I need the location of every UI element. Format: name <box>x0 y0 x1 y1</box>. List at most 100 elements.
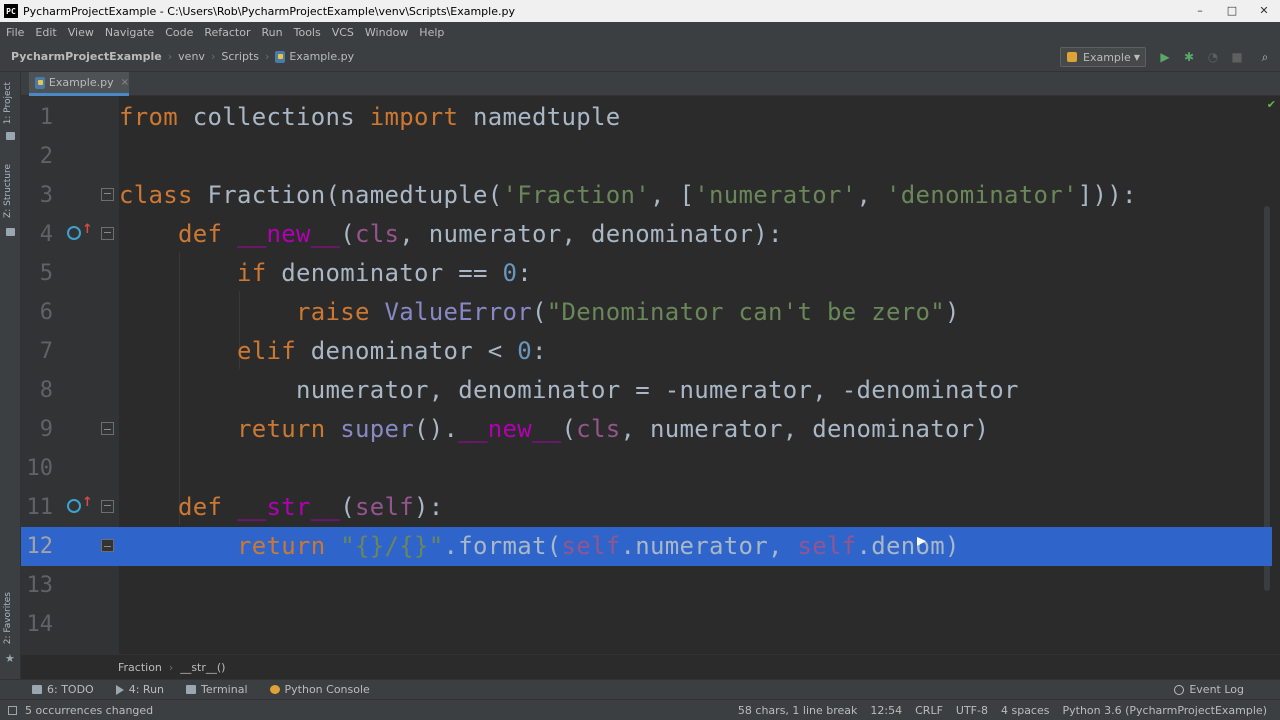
run-icon[interactable]: ▶ <box>1158 50 1172 64</box>
code-text: if denominator == 0: <box>237 259 532 287</box>
breadcrumb-project[interactable]: PycharmProjectExample <box>11 50 162 63</box>
line-number: 1 <box>39 105 53 130</box>
code-text: numerator, denominator = -numerator, -de… <box>119 376 1019 404</box>
chevron-down-icon: ▼ <box>1133 52 1140 62</box>
python-interpreter[interactable]: Python 3.6 (PycharmProjectExample) <box>1062 704 1267 717</box>
menu-window[interactable]: Window <box>365 26 408 39</box>
code-text: def __new__(cls, numerator, denominator)… <box>178 220 783 248</box>
menu-tools[interactable]: Tools <box>294 26 321 39</box>
run-configuration-label: Example <box>1083 50 1131 64</box>
inspection-ok-icon[interactable]: ✔ <box>1267 98 1276 111</box>
code-line[interactable]: 6 raise ValueError("Denominator can't be… <box>21 293 1272 332</box>
code-line[interactable]: 3 class Fraction(namedtuple('Fraction', … <box>21 176 1272 215</box>
breadcrumb-venv[interactable]: venv <box>178 50 205 63</box>
code-line[interactable]: 8 numerator, denominator = -numerator, -… <box>21 371 1272 410</box>
breadcrumb-separator: › <box>168 660 174 674</box>
close-button[interactable]: ✕ <box>1248 0 1280 20</box>
menu-run[interactable]: Run <box>262 26 283 39</box>
python-console-tool-button[interactable]: Python Console <box>269 683 370 696</box>
structure-icon[interactable] <box>6 228 15 236</box>
breadcrumb-separator: › <box>264 50 270 63</box>
tool-windows-toggle-icon[interactable] <box>8 705 17 715</box>
code-line[interactable]: 2 <box>21 137 1272 176</box>
menu-file[interactable]: File <box>6 26 24 39</box>
python-console-icon <box>269 685 280 694</box>
line-separator[interactable]: CRLF <box>915 704 943 717</box>
code-editor[interactable]: 1 from collections import namedtuple 2 3… <box>21 96 1272 654</box>
line-number: 14 <box>26 612 54 637</box>
code-text: from collections import namedtuple <box>119 103 621 131</box>
run-tool-button[interactable]: 4: Run <box>115 683 164 696</box>
menu-bar: File Edit View Navigate Code Refactor Ru… <box>0 22 1280 42</box>
override-method-icon[interactable] <box>67 499 81 513</box>
menu-navigate[interactable]: Navigate <box>105 26 154 39</box>
maximize-button[interactable]: □ <box>1216 0 1248 20</box>
line-number: 6 <box>39 300 53 325</box>
search-everywhere-icon[interactable]: ⌕ <box>1258 50 1272 64</box>
code-line[interactable]: 1 from collections import namedtuple <box>21 98 1272 137</box>
caret-position[interactable]: 12:54 <box>870 704 902 717</box>
code-text: return "{}/{}".format(self.numerator, se… <box>237 532 960 560</box>
menu-vcs[interactable]: VCS <box>332 26 354 39</box>
line-number: 9 <box>39 417 53 442</box>
menu-edit[interactable]: Edit <box>35 26 56 39</box>
close-tab-icon[interactable]: × <box>121 77 129 88</box>
code-line-selected[interactable]: 12 return "{}/{}".format(self.numerator,… <box>21 527 1272 566</box>
tab-example-py[interactable]: Example.py × <box>29 72 129 96</box>
override-method-icon[interactable] <box>67 226 81 240</box>
project-tool-button[interactable]: 1: Project <box>3 82 13 124</box>
favorites-tool-button[interactable]: 2: Favorites <box>3 592 13 644</box>
menu-code[interactable]: Code <box>165 26 193 39</box>
minimize-button[interactable]: – <box>1184 0 1216 20</box>
breadcrumb-class[interactable]: Fraction <box>118 661 162 674</box>
stop-icon[interactable]: ■ <box>1230 50 1244 64</box>
window-title: PycharmProjectExample - C:\Users\Rob\Pyc… <box>23 4 515 18</box>
breadcrumb-file[interactable]: Example.py <box>289 50 354 63</box>
code-text: def __str__(self): <box>178 493 444 521</box>
run-configuration-select[interactable]: Example ▼ <box>1060 47 1146 67</box>
title-bar: PC PycharmProjectExample - C:\Users\Rob\… <box>0 0 1280 22</box>
tool-window-bar: 6: TODO 4: Run Terminal Python Console E… <box>0 679 1280 699</box>
project-folder-icon[interactable] <box>6 132 15 140</box>
terminal-tool-button[interactable]: Terminal <box>186 683 248 696</box>
todo-tool-button[interactable]: 6: TODO <box>32 683 94 696</box>
menu-view[interactable]: View <box>68 26 94 39</box>
line-number: 3 <box>39 183 53 208</box>
event-log-tool-button[interactable]: Event Log <box>1174 683 1244 696</box>
todo-label: 6: TODO <box>47 683 94 696</box>
code-line[interactable]: 13 <box>21 566 1272 605</box>
fold-marker-icon[interactable] <box>101 227 114 240</box>
code-line[interactable]: 5 if denominator == 0: <box>21 254 1272 293</box>
breadcrumb-separator: › <box>167 50 173 63</box>
left-tool-strip: 1: Project Z: Structure 2: Favorites ★ <box>0 72 21 679</box>
breadcrumb-method[interactable]: __str__() <box>180 661 225 674</box>
fold-marker-icon[interactable] <box>101 500 114 513</box>
code-text: raise ValueError("Denominator can't be z… <box>296 298 960 326</box>
fold-marker-icon[interactable] <box>101 188 114 201</box>
line-number: 7 <box>39 339 53 364</box>
override-up-arrow-icon: ↑ <box>82 495 93 510</box>
fold-marker-icon[interactable] <box>101 539 114 552</box>
indent-setting[interactable]: 4 spaces <box>1001 704 1050 717</box>
status-message[interactable]: 5 occurrences changed <box>25 704 153 717</box>
code-line[interactable]: 10 <box>21 449 1272 488</box>
code-line[interactable]: 4 ↑ def __new__(cls, numerator, denomina… <box>21 215 1272 254</box>
coverage-icon[interactable]: ◔ <box>1206 50 1220 64</box>
code-line[interactable]: 11 ↑ def __str__(self): <box>21 488 1272 527</box>
menu-refactor[interactable]: Refactor <box>204 26 250 39</box>
tab-label: Example.py <box>48 76 114 89</box>
fold-marker-icon[interactable] <box>101 422 114 435</box>
star-icon[interactable]: ★ <box>5 652 15 665</box>
code-line[interactable]: 14 <box>21 605 1272 644</box>
code-text: elif denominator < 0: <box>237 337 547 365</box>
debug-icon[interactable]: ✱ <box>1182 50 1196 64</box>
file-encoding[interactable]: UTF-8 <box>956 704 988 717</box>
terminal-label: Terminal <box>201 683 248 696</box>
breadcrumb-scripts[interactable]: Scripts <box>221 50 259 63</box>
code-breadcrumb: Fraction › __str__() <box>21 654 1280 679</box>
code-line[interactable]: 7 elif denominator < 0: <box>21 332 1272 371</box>
selection-info: 58 chars, 1 line break <box>737 704 858 717</box>
menu-help[interactable]: Help <box>419 26 444 39</box>
structure-tool-button[interactable]: Z: Structure <box>3 164 13 218</box>
code-line[interactable]: 9 return super().__new__(cls, numerator,… <box>21 410 1272 449</box>
